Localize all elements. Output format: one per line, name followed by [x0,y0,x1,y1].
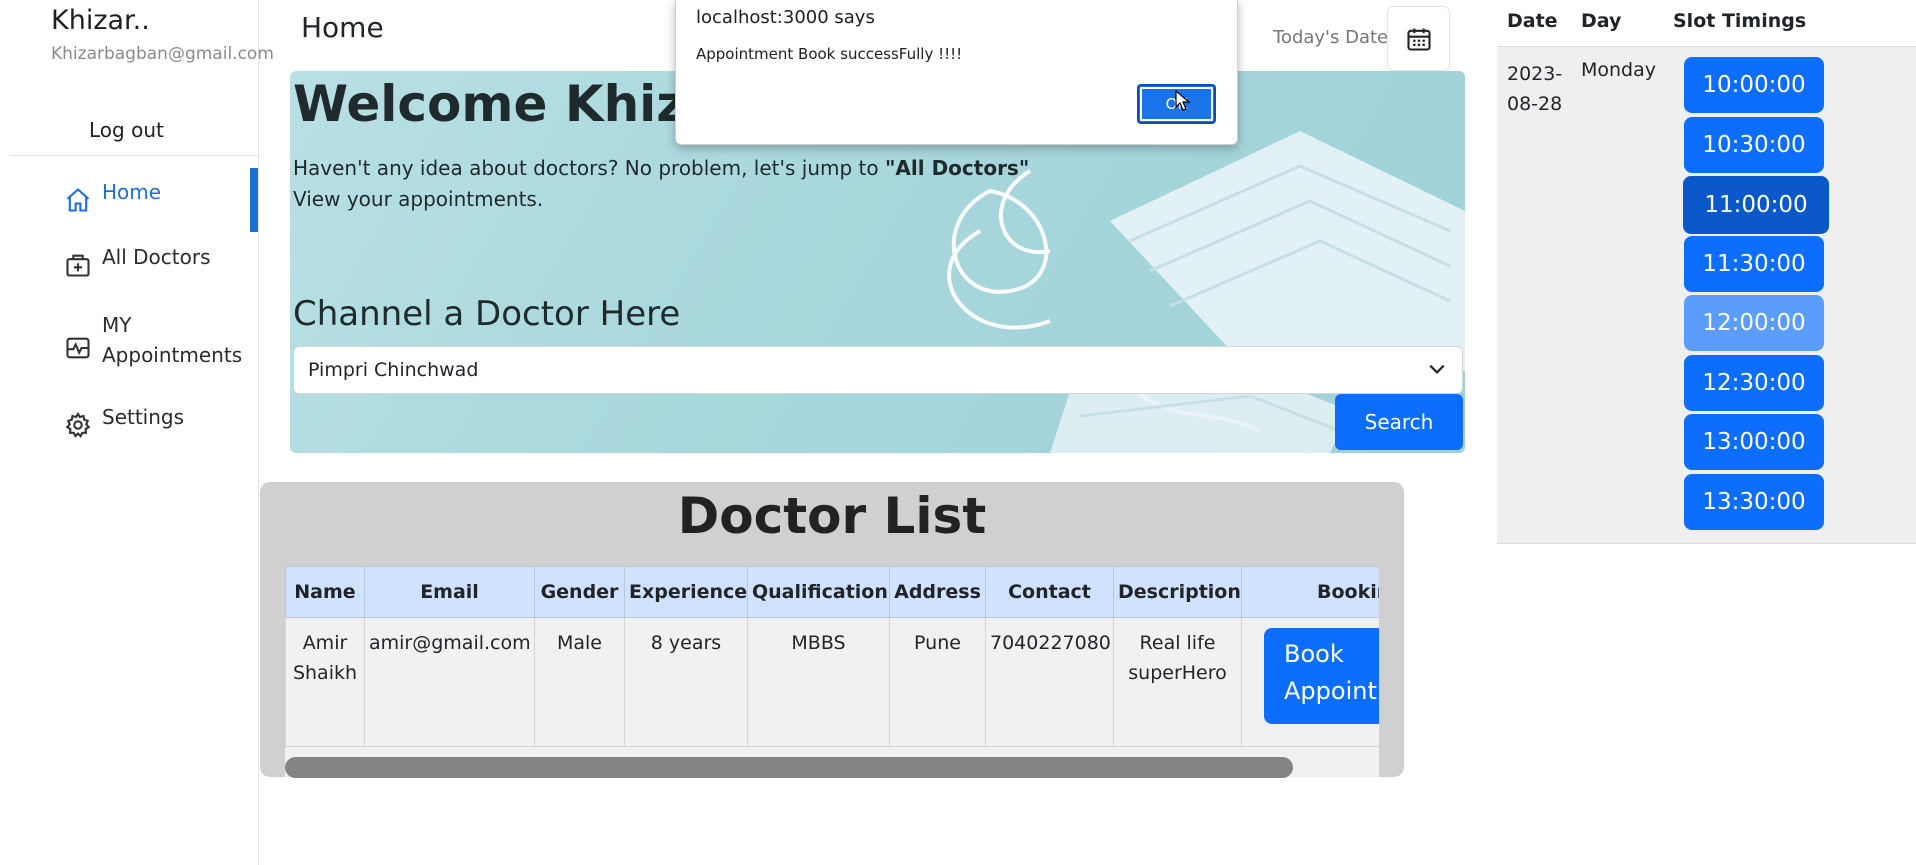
column-header: Booking [1241,566,1379,618]
calendar-button[interactable] [1387,6,1450,71]
calendar-icon [1406,28,1431,51]
page-title: Home [301,11,384,44]
slot-button[interactable]: 10:00:00 [1684,57,1824,113]
slot-date-line2: 08-28 [1507,93,1563,115]
slot-button[interactable]: 13:00:00 [1684,414,1824,470]
sidebar-divider [10,155,258,156]
sidebar-item-label: Home [102,180,162,204]
slot-button[interactable]: 11:30:00 [1684,236,1824,292]
alert-message: Appointment Book successFully !!!! [696,45,963,63]
sidebar-item-label: Settings [102,405,185,429]
slot-button[interactable]: 13:30:00 [1684,474,1824,530]
book-button-line1: Book [1284,640,1344,668]
table-row: Amir Shaikh amir@gmail.com Male 8 years … [285,617,1379,747]
search-button[interactable]: Search [1335,394,1463,450]
view-appointments-text: View your appointments. [293,187,544,211]
home-icon [66,188,90,212]
city-select-value: Pimpri Chinchwad [308,359,479,381]
sidebar-item-label-line1: MY [102,313,132,337]
slot-day: Monday [1581,59,1657,81]
slot-date-line1: 2023- [1507,63,1563,85]
slot-button-selected[interactable]: 11:00:00 [1683,176,1829,234]
todays-date-label: Today's Date [1273,27,1389,48]
sidebar-item-all-doctors[interactable]: All Doctors [64,245,211,279]
column-header: Address [889,566,986,618]
doctor-qualification: MBBS [747,617,890,747]
chevron-down-icon [1429,364,1445,374]
user-name: Khizar.. [51,5,150,36]
intro-text-plain: Haven't any idea about doctors? No probl… [293,156,885,180]
logout-button[interactable]: Log out [89,118,164,142]
sidebar-item-home[interactable]: Home [64,180,161,214]
doctor-experience: 8 years [624,617,748,747]
sidebar-item-settings[interactable]: Settings [64,405,184,439]
table-header-row: Name Email Gender Experience Qualificati… [285,566,1379,618]
column-header: Name [285,566,365,618]
column-header: Contact [985,566,1114,618]
city-select[interactable]: Pimpri Chinchwad [293,346,1463,394]
column-header: Gender [534,566,625,618]
doctor-list-card: Doctor List Name Email Gender Experience… [260,482,1404,778]
sidebar-item-label-line2: Appointments [102,343,243,367]
doctor-name: Amir Shaikh [285,617,365,747]
slot-table-header: Date Day Slot Timings [1497,0,1916,47]
all-doctors-link-text: "All Doctors" [885,156,1030,180]
doctor-address: Pune [889,617,986,747]
column-header-day: Day [1581,10,1622,32]
column-header: Experience [624,566,748,618]
alert-dialog: localhost:3000 says Appointment Book suc… [675,0,1238,145]
sidebar-item-label: All Doctors [102,245,211,269]
doctor-description: Real life superHero [1113,617,1242,747]
sidebar: Khizar.. Khizarbagban@gmail.com Log out … [0,0,274,865]
column-header: Email [364,566,535,618]
column-header-slot-timings: Slot Timings [1673,10,1807,32]
slot-table: Date Day Slot Timings 2023- 08-28 Monday… [1497,0,1916,544]
doctor-table-container: Name Email Gender Experience Qualificati… [285,566,1379,777]
active-indicator [250,168,258,232]
column-header: Qualification [747,566,890,618]
horizontal-scrollbar-thumb[interactable] [285,757,1293,778]
doctor-list-title: Doctor List [677,487,987,545]
slot-button-hovered[interactable]: 12:00:00 [1684,295,1824,351]
medical-bag-icon [66,254,90,277]
sidebar-item-my-appointments[interactable]: MY Appointments [64,310,242,370]
alert-origin: localhost:3000 says [696,7,875,28]
intro-text: Haven't any idea about doctors? No probl… [293,156,1029,180]
channel-heading: Channel a Doctor Here [293,294,681,334]
doctor-contact: 7040227080 [985,617,1114,747]
slot-button[interactable]: 10:30:00 [1684,117,1824,173]
doctor-table: Name Email Gender Experience Qualificati… [285,566,1379,747]
gear-icon [65,411,91,438]
booking-cell: Book Appointment [1241,617,1379,747]
book-appointment-button[interactable]: Book Appointment [1264,628,1379,724]
mouse-cursor-icon [1175,90,1191,111]
book-button-line2: Appointment [1284,677,1379,705]
slot-date: 2023- 08-28 [1507,59,1567,119]
column-header: Description [1113,566,1242,618]
slot-table-row: 2023- 08-28 Monday 10:00:00 10:30:00 11:… [1497,47,1916,544]
heartbeat-icon [66,337,90,359]
user-email: Khizarbagban@gmail.com [51,44,274,64]
doctor-email: amir@gmail.com [364,617,535,747]
slot-button[interactable]: 12:30:00 [1684,355,1824,411]
column-header-date: Date [1507,10,1558,32]
doctor-gender: Male [534,617,625,747]
